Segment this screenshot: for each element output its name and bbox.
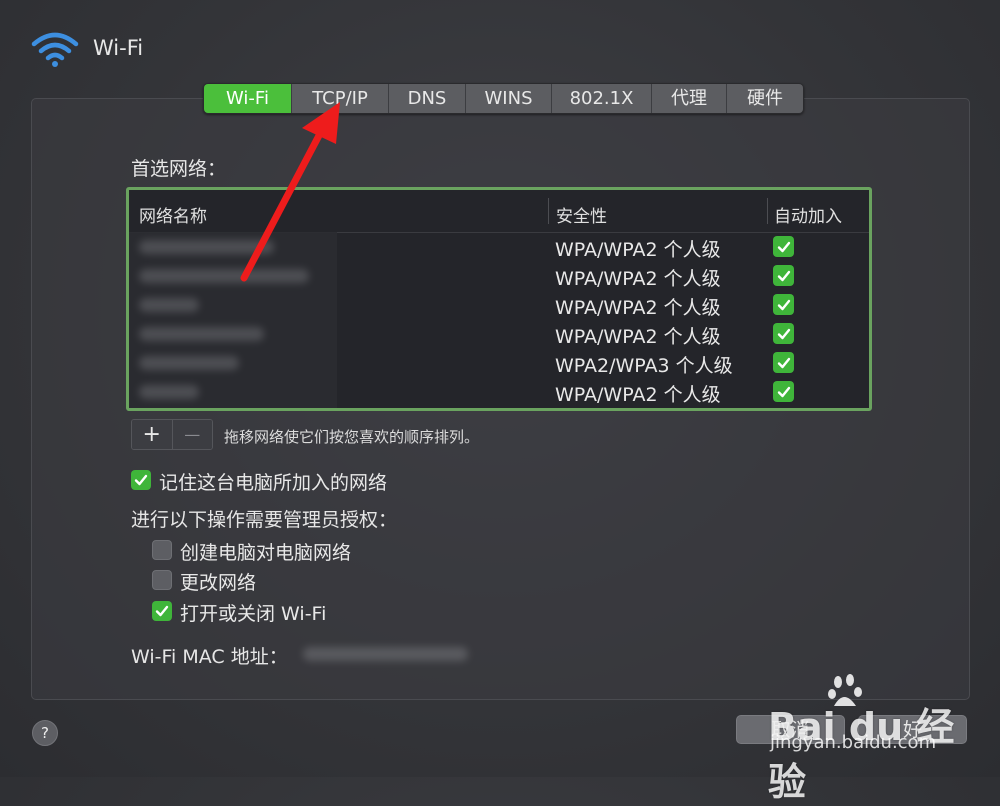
tab-proxy[interactable]: 代理 bbox=[652, 84, 727, 113]
drag-hint-text: 拖移网络使它们按您喜欢的顺序排列。 bbox=[224, 428, 480, 446]
checkmark-icon bbox=[777, 241, 790, 252]
ssid-redacted bbox=[139, 385, 199, 399]
column-auto-join[interactable]: 自动加入 bbox=[774, 202, 842, 227]
help-button[interactable]: ? bbox=[32, 720, 58, 746]
security-cell: WPA/WPA2 个人级 bbox=[555, 268, 721, 290]
checkmark-icon bbox=[777, 328, 790, 339]
admin-auth-label: 进行以下操作需要管理员授权： bbox=[131, 509, 398, 531]
change-network-checkbox[interactable] bbox=[152, 570, 172, 590]
checkmark-icon bbox=[155, 605, 169, 617]
watermark-url: jingyan.baidu.com bbox=[770, 732, 937, 753]
change-network-label: 更改网络 bbox=[180, 572, 257, 594]
column-security[interactable]: 安全性 bbox=[556, 202, 607, 227]
tab-hardware[interactable]: 硬件 bbox=[727, 84, 803, 113]
auto-join-checkbox[interactable] bbox=[773, 323, 794, 344]
add-network-button[interactable]: + bbox=[132, 420, 173, 449]
annotation-arrow-icon bbox=[240, 102, 340, 282]
plus-icon: + bbox=[142, 422, 161, 447]
security-cell: WPA/WPA2 个人级 bbox=[555, 297, 721, 319]
tab-8021x[interactable]: 802.1X bbox=[552, 84, 652, 113]
auto-join-checkbox[interactable] bbox=[773, 381, 794, 402]
column-divider bbox=[767, 198, 768, 224]
auto-join-checkbox[interactable] bbox=[773, 236, 794, 257]
auto-join-checkbox[interactable] bbox=[773, 352, 794, 373]
table-row[interactable]: WPA/WPA2 个人级 bbox=[129, 290, 869, 319]
security-cell: WPA/WPA2 个人级 bbox=[555, 326, 721, 348]
checkmark-icon bbox=[777, 386, 790, 397]
remember-networks-checkbox[interactable] bbox=[131, 470, 151, 490]
tab-wins[interactable]: WINS bbox=[466, 84, 552, 113]
table-row[interactable]: WPA/WPA2 个人级 bbox=[129, 377, 869, 406]
auto-join-checkbox[interactable] bbox=[773, 265, 794, 286]
ssid-redacted bbox=[139, 298, 199, 312]
ssid-redacted bbox=[139, 356, 239, 370]
table-row[interactable]: WPA2/WPA3 个人级 bbox=[129, 348, 869, 377]
checkmark-icon bbox=[777, 357, 790, 368]
add-remove-control: + — bbox=[131, 419, 213, 450]
remove-network-button[interactable]: — bbox=[172, 420, 212, 449]
table-row[interactable]: WPA/WPA2 个人级 bbox=[129, 319, 869, 348]
minus-icon: — bbox=[184, 425, 201, 444]
preferred-networks-label: 首选网络： bbox=[131, 158, 227, 180]
wifi-icon bbox=[31, 32, 79, 67]
checkmark-icon bbox=[777, 299, 790, 310]
security-cell: WPA/WPA2 个人级 bbox=[555, 239, 721, 261]
create-computer-network-checkbox[interactable] bbox=[152, 540, 172, 560]
ssid-redacted bbox=[139, 327, 264, 341]
checkmark-icon bbox=[134, 474, 148, 486]
mac-address-label: Wi-Fi MAC 地址： bbox=[131, 646, 288, 668]
column-divider bbox=[548, 198, 549, 224]
toggle-wifi-checkbox[interactable] bbox=[152, 601, 172, 621]
auto-join-checkbox[interactable] bbox=[773, 294, 794, 315]
column-network-name[interactable]: 网络名称 bbox=[139, 202, 207, 227]
window-title: Wi-Fi bbox=[93, 36, 144, 60]
security-cell: WPA2/WPA3 个人级 bbox=[555, 355, 733, 377]
checkmark-icon bbox=[777, 270, 790, 281]
toggle-wifi-label: 打开或关闭 Wi-Fi bbox=[180, 603, 327, 625]
mac-address-redacted bbox=[303, 647, 468, 661]
remember-networks-label: 记住这台电脑所加入的网络 bbox=[159, 472, 388, 494]
tab-dns[interactable]: DNS bbox=[389, 84, 466, 113]
create-computer-network-label: 创建电脑对电脑网络 bbox=[180, 542, 352, 564]
security-cell: WPA/WPA2 个人级 bbox=[555, 384, 721, 406]
baidu-jingyan-watermark: Bai du 经验 jingyan.baidu.com bbox=[768, 672, 988, 804]
